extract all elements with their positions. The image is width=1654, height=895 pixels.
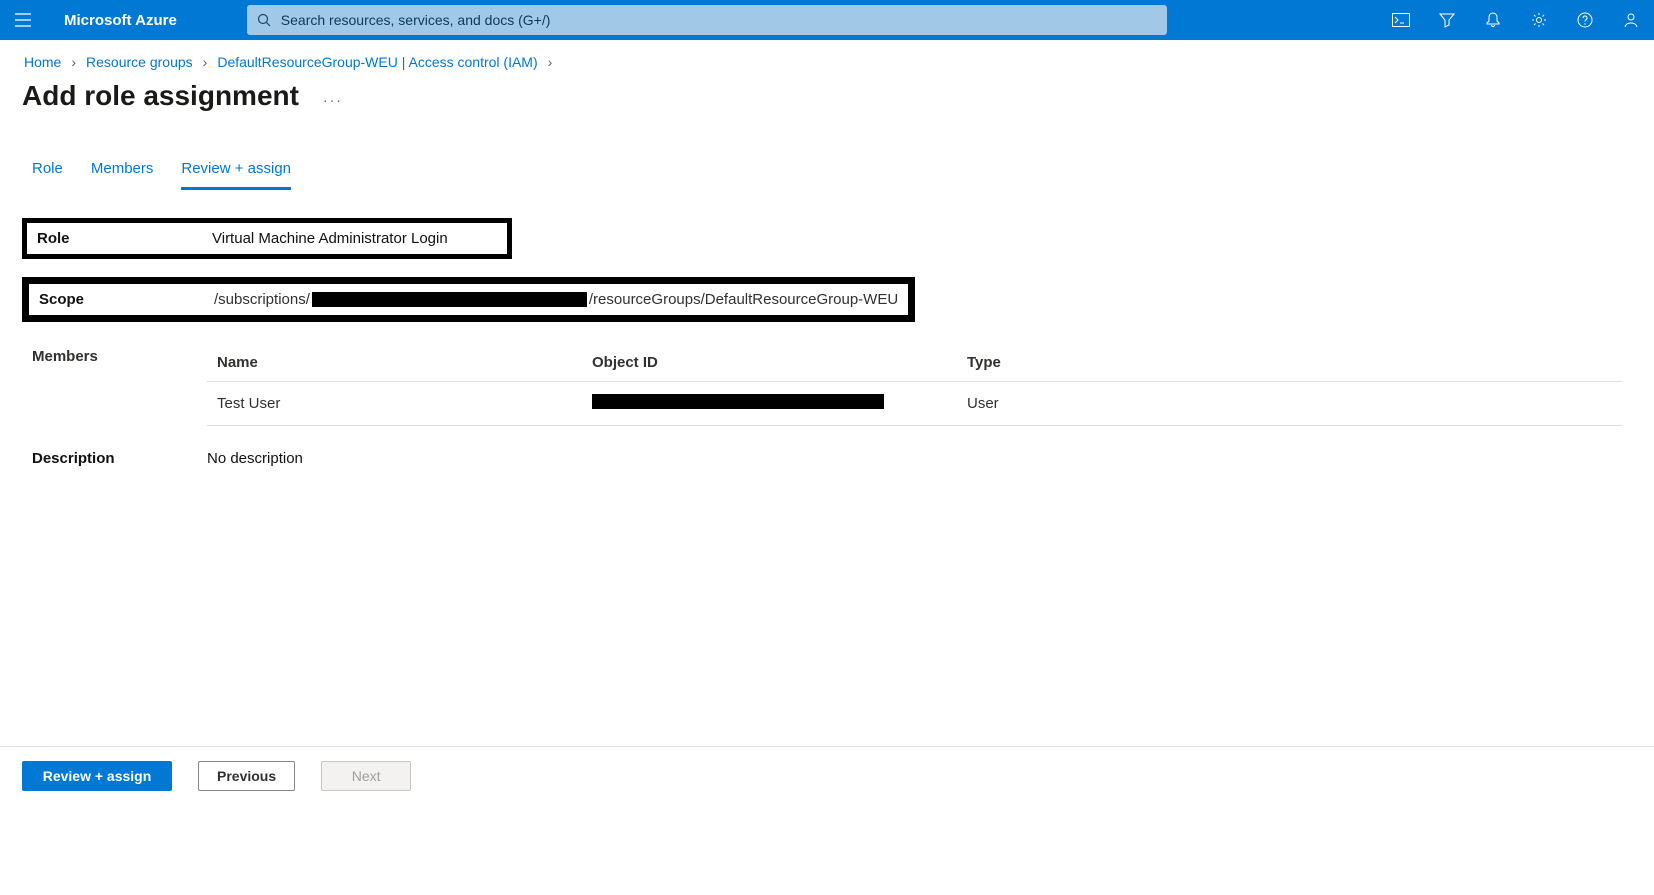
review-panel: Role Virtual Machine Administrator Login… — [0, 190, 1654, 485]
page-title-row: Add role assignment ··· — [0, 74, 1654, 112]
previous-button[interactable]: Previous — [198, 761, 295, 791]
tab-role[interactable]: Role — [32, 160, 63, 190]
cloud-shell-button[interactable] — [1378, 0, 1424, 40]
feedback-icon — [1623, 12, 1639, 28]
tab-bar: Role Members Review + assign — [0, 112, 1654, 190]
brand-label: Microsoft Azure — [64, 12, 177, 29]
chevron-right-icon: › — [71, 54, 76, 70]
redacted-object-id — [592, 394, 884, 409]
chevron-right-icon: › — [548, 54, 553, 70]
table-row: Test User User — [207, 382, 1622, 426]
scope-value: /subscriptions/ /resourceGroups/DefaultR… — [214, 291, 898, 308]
help-button[interactable] — [1562, 0, 1608, 40]
topbar-icons — [1378, 0, 1654, 40]
search-wrap: Search resources, services, and docs (G+… — [247, 5, 1358, 35]
feedback-button[interactable] — [1608, 0, 1654, 40]
cell-object-id — [592, 394, 967, 413]
members-label: Members — [32, 348, 207, 426]
scope-label: Scope — [39, 291, 214, 308]
role-label: Role — [37, 230, 212, 247]
page-title: Add role assignment — [22, 80, 299, 112]
description-value: No description — [207, 450, 303, 467]
breadcrumb-current[interactable]: DefaultResourceGroup-WEU | Access contro… — [217, 54, 537, 70]
search-icon — [257, 13, 271, 27]
title-more-button[interactable]: ··· — [323, 92, 343, 108]
role-row: Role Virtual Machine Administrator Login — [27, 223, 507, 254]
members-header-row: Name Object ID Type — [207, 348, 1622, 382]
cell-type: User — [967, 395, 1167, 412]
notifications-button[interactable] — [1470, 0, 1516, 40]
header-type: Type — [967, 354, 1167, 371]
gear-icon — [1531, 12, 1547, 28]
scope-row: Scope /subscriptions/ /resourceGroups/De… — [29, 284, 908, 315]
description-label: Description — [32, 450, 207, 467]
menu-toggle[interactable] — [0, 0, 46, 40]
redacted-subscription-id — [312, 292, 587, 307]
help-icon — [1577, 12, 1593, 28]
search-input[interactable]: Search resources, services, and docs (G+… — [247, 5, 1167, 35]
description-row: Description No description — [22, 432, 1632, 485]
scope-prefix: /subscriptions/ — [214, 291, 310, 308]
footer-action-bar: Review + assign Previous Next — [0, 746, 1654, 805]
breadcrumb-home[interactable]: Home — [24, 54, 61, 70]
header-name: Name — [217, 354, 592, 371]
breadcrumb: Home › Resource groups › DefaultResource… — [0, 40, 1654, 74]
search-placeholder: Search resources, services, and docs (G+… — [281, 12, 551, 28]
cloud-shell-icon — [1392, 13, 1410, 27]
members-grid: Name Object ID Type Test User User — [207, 348, 1622, 426]
breadcrumb-resource-groups[interactable]: Resource groups — [86, 54, 193, 70]
role-value: Virtual Machine Administrator Login — [212, 230, 448, 247]
scope-suffix: /resourceGroups/DefaultResourceGroup-WEU — [589, 291, 898, 308]
bell-icon — [1485, 12, 1501, 28]
directory-filter-button[interactable] — [1424, 0, 1470, 40]
review-assign-button[interactable]: Review + assign — [22, 761, 172, 791]
hamburger-icon — [15, 13, 31, 27]
chevron-right-icon: › — [203, 54, 208, 70]
header-object-id: Object ID — [592, 354, 967, 371]
tab-members[interactable]: Members — [91, 160, 154, 190]
annotated-role-box: Role Virtual Machine Administrator Login — [22, 218, 512, 259]
filter-icon — [1439, 12, 1455, 28]
tab-review-assign[interactable]: Review + assign — [181, 160, 291, 190]
members-block: Members Name Object ID Type Test User Us… — [22, 330, 1632, 432]
next-button: Next — [321, 761, 411, 791]
settings-button[interactable] — [1516, 0, 1562, 40]
annotated-scope-box: Scope /subscriptions/ /resourceGroups/De… — [22, 277, 915, 322]
cell-name: Test User — [217, 395, 592, 412]
topbar: Microsoft Azure Search resources, servic… — [0, 0, 1654, 40]
